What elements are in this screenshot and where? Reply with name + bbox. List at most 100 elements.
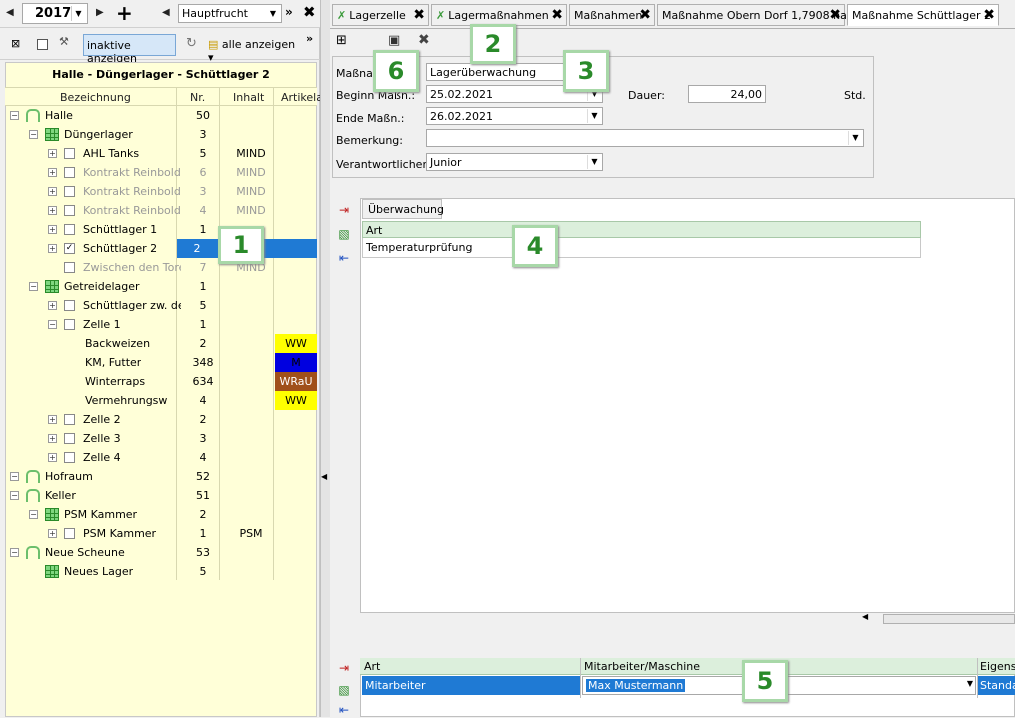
- chevron-down-icon[interactable]: ▼: [71, 6, 85, 21]
- tab-massnahme-schuettlager-2[interactable]: Maßnahme Schüttlager 2 ✖: [847, 4, 999, 26]
- collapse-node-icon[interactable]: −: [29, 130, 38, 139]
- prev-year-icon[interactable]: ◀: [6, 7, 14, 18]
- remark-field[interactable]: ▼: [426, 129, 864, 147]
- tree-row[interactable]: Backweizen 2 WW: [5, 334, 317, 353]
- tools-icon[interactable]: ⚒: [59, 35, 69, 48]
- tree-row[interactable]: + PSM Kammer 1 PSM: [5, 524, 317, 543]
- expand-node-icon[interactable]: +: [48, 453, 57, 462]
- monitoring-grid-row[interactable]: Temperaturprüfung: [362, 238, 921, 258]
- prev-crop-icon[interactable]: ◀: [162, 7, 170, 18]
- header-art[interactable]: Art: [364, 660, 380, 673]
- crop-filter-select[interactable]: Hauptfrucht ▼: [178, 4, 282, 23]
- expand-node-icon[interactable]: +: [48, 529, 57, 538]
- duration-field[interactable]: 24,00: [688, 85, 766, 103]
- responsible-field[interactable]: Junior ▼: [426, 153, 603, 171]
- export-icon[interactable]: ⇤: [336, 702, 352, 718]
- close-icon[interactable]: ✖: [551, 7, 563, 23]
- close-icon[interactable]: ✖: [983, 7, 995, 23]
- insert-row-icon[interactable]: ⇥: [336, 660, 352, 676]
- tree-row[interactable]: + AHL Tanks 5 MIND: [5, 144, 317, 163]
- chevron-down-icon[interactable]: ▼: [587, 155, 601, 169]
- tree-row[interactable]: Vermehrungsw 4 WW: [5, 391, 317, 410]
- expand-node-icon[interactable]: +: [48, 187, 57, 196]
- tree-row[interactable]: − Halle 50: [5, 106, 317, 125]
- next-year-icon[interactable]: ▶: [96, 7, 104, 18]
- row-checkbox[interactable]: [64, 528, 75, 539]
- more-icon[interactable]: »: [306, 32, 313, 45]
- tree-row[interactable]: + Schüttlager 1 1: [5, 220, 317, 239]
- tree-row[interactable]: − Neue Scheune 53: [5, 543, 317, 562]
- resource-grid-row[interactable]: Mitarbeiter Max Mustermann ▼ Standa: [360, 676, 1015, 695]
- header-content[interactable]: Inhalt: [233, 91, 264, 104]
- row-checkbox[interactable]: [64, 300, 75, 311]
- tree-row[interactable]: − Getreidelager 1: [5, 277, 317, 296]
- row-checkbox[interactable]: [64, 452, 75, 463]
- tree-row[interactable]: + Zelle 4 4: [5, 448, 317, 467]
- tree-row[interactable]: + Schüttlager zw. de 5: [5, 296, 317, 315]
- header-article[interactable]: Artikela: [281, 91, 323, 104]
- forward-icon[interactable]: »: [285, 5, 293, 19]
- close-icon[interactable]: ✖: [829, 7, 841, 23]
- header-prop[interactable]: Eigensc: [980, 660, 1015, 673]
- expand-node-icon[interactable]: +: [48, 434, 57, 443]
- expand-node-icon[interactable]: +: [48, 168, 57, 177]
- expand-node-icon[interactable]: +: [48, 301, 57, 310]
- row-checkbox[interactable]: [64, 224, 75, 235]
- tab-lagermassnahmen[interactable]: ✗ Lagermaßnahmen ✖: [431, 4, 567, 26]
- tab-lagerzelle[interactable]: ✗ Lagerzelle ✖: [332, 4, 429, 26]
- tree-row[interactable]: + ✓ Schüttlager 2 2: [5, 239, 317, 258]
- tab-massnahme-obern-dorf[interactable]: Maßnahme Obern Dorf 1,7908 ha ✖: [657, 4, 847, 26]
- horizontal-scrollbar[interactable]: [883, 614, 1015, 624]
- expand-node-icon[interactable]: +: [48, 415, 57, 424]
- collapse-node-icon[interactable]: −: [10, 111, 19, 120]
- collapse-node-icon[interactable]: −: [29, 282, 38, 291]
- monitoring-grid-header[interactable]: Art: [362, 221, 921, 238]
- tab-ueberwachung[interactable]: Überwachung: [362, 199, 444, 219]
- row-prop[interactable]: Standa: [978, 676, 1015, 695]
- add-icon[interactable]: +: [116, 2, 133, 24]
- collapse-node-icon[interactable]: −: [48, 320, 57, 329]
- scroll-left-icon[interactable]: ◀: [862, 612, 868, 621]
- save-icon[interactable]: ▣: [388, 33, 400, 48]
- row-checkbox[interactable]: [64, 205, 75, 216]
- export-icon[interactable]: ⇤: [336, 250, 352, 266]
- tree-row[interactable]: + Zelle 2 2: [5, 410, 317, 429]
- row-checkbox[interactable]: [64, 262, 75, 273]
- clear-filter-icon[interactable]: ⊠: [11, 37, 20, 50]
- header-worker[interactable]: Mitarbeiter/Maschine: [584, 660, 700, 673]
- collapse-node-icon[interactable]: −: [10, 472, 19, 481]
- show-inactive-button[interactable]: inaktive anzeigen: [83, 34, 176, 65]
- year-select[interactable]: 2017 ▼: [22, 3, 88, 24]
- close-icon[interactable]: ✖: [303, 3, 316, 21]
- show-all-button[interactable]: ▤ alle anzeigen ▾: [206, 34, 306, 64]
- collapse-node-icon[interactable]: −: [29, 510, 38, 519]
- tab-massnahmen[interactable]: Maßnahmen ✖: [569, 4, 655, 26]
- row-checkbox[interactable]: [64, 148, 75, 159]
- tree-row[interactable]: Neues Lager 5: [5, 562, 317, 581]
- tree-row[interactable]: + Kontrakt Reinbold 6 MIND: [5, 163, 317, 182]
- row-checkbox[interactable]: [64, 167, 75, 178]
- row-checkbox[interactable]: [64, 433, 75, 444]
- close-icon[interactable]: ✖: [413, 7, 425, 23]
- tree-row[interactable]: − Zelle 1 1: [5, 315, 317, 334]
- row-checkbox[interactable]: [64, 319, 75, 330]
- row-art[interactable]: Mitarbeiter: [362, 676, 580, 695]
- tree-row[interactable]: − Düngerlager 3: [5, 125, 317, 144]
- row-checkbox[interactable]: ✓: [64, 243, 75, 254]
- tree-row[interactable]: − PSM Kammer 2: [5, 505, 317, 524]
- collapse-node-icon[interactable]: −: [10, 548, 19, 557]
- checkbox-icon[interactable]: [37, 39, 48, 50]
- chevron-down-icon[interactable]: ▼: [587, 109, 601, 123]
- tree-row[interactable]: + Zelle 3 3: [5, 429, 317, 448]
- tree-row[interactable]: Zwischen den Tore 7 MIND: [5, 258, 317, 277]
- row-checkbox[interactable]: [64, 186, 75, 197]
- refresh-icon[interactable]: ↻: [186, 36, 197, 51]
- chevron-down-icon[interactable]: ▼: [848, 131, 862, 145]
- close-icon[interactable]: ✖: [639, 7, 651, 23]
- insert-row-icon[interactable]: ⇥: [336, 202, 352, 218]
- header-nr[interactable]: Nr.: [190, 91, 205, 104]
- expand-node-icon[interactable]: +: [48, 225, 57, 234]
- excel-icon[interactable]: ▧: [336, 226, 352, 242]
- expand-node-icon[interactable]: +: [48, 149, 57, 158]
- tree-row[interactable]: Winterraps 634 WRaU: [5, 372, 317, 391]
